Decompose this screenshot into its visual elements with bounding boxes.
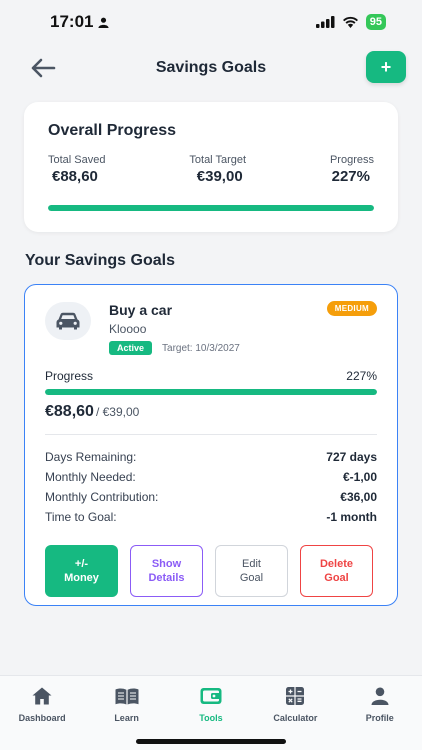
detail-label: Time to Goal: bbox=[45, 510, 117, 524]
detail-row-monthly-contribution: Monthly Contribution: €36,00 bbox=[45, 487, 377, 507]
detail-value: €-1,00 bbox=[342, 470, 377, 484]
progress-stat: Progress 227% bbox=[330, 154, 374, 185]
section-title: Your Savings Goals bbox=[25, 252, 175, 269]
goal-card[interactable]: Buy a car Kloooo Active Target: 10/3/202… bbox=[24, 284, 398, 606]
detail-label: Days Remaining: bbox=[45, 450, 137, 464]
person-icon bbox=[98, 17, 110, 28]
progress-value: 227% bbox=[331, 168, 370, 185]
nav-label: Tools bbox=[199, 713, 223, 723]
goal-meta: Active Target: 10/3/2027 bbox=[109, 341, 240, 355]
page-title: Savings Goals bbox=[155, 59, 267, 76]
detail-label: Monthly Needed: bbox=[45, 470, 136, 484]
adjust-money-button[interactable]: +/- Money bbox=[45, 545, 118, 597]
total-target-stat: Total Target €39,00 bbox=[189, 154, 246, 185]
detail-row-monthly-needed: Monthly Needed: €-1,00 bbox=[45, 467, 377, 487]
arrow-left-icon bbox=[31, 58, 56, 78]
show-details-button[interactable]: Show Details bbox=[130, 545, 203, 597]
total-target-label: Total Target bbox=[189, 154, 247, 166]
back-button[interactable] bbox=[28, 54, 58, 82]
nav-label: Learn bbox=[114, 713, 139, 723]
car-icon bbox=[56, 312, 80, 330]
signal-icon bbox=[315, 16, 335, 28]
nav-label: Dashboard bbox=[18, 713, 66, 723]
nav-label: Calculator bbox=[273, 713, 318, 723]
person-icon bbox=[371, 687, 389, 705]
detail-row-time-to-goal: Time to Goal: -1 month bbox=[45, 507, 377, 527]
wallet-icon bbox=[200, 688, 222, 704]
home-indicator bbox=[136, 739, 286, 744]
goal-progress-bar bbox=[45, 389, 377, 395]
nav-label: Profile bbox=[365, 713, 394, 723]
goal-header: Buy a car Kloooo Active Target: 10/3/202… bbox=[45, 301, 377, 355]
overall-progress-fill bbox=[48, 205, 374, 211]
status-time: 17:01 bbox=[50, 12, 110, 32]
wifi-icon bbox=[342, 16, 358, 28]
status-icons: 95 bbox=[315, 14, 386, 30]
header: Savings Goals + bbox=[0, 48, 422, 88]
goal-details: Days Remaining: 727 days Monthly Needed:… bbox=[45, 447, 377, 527]
goal-info: Buy a car Kloooo Active Target: 10/3/202… bbox=[109, 301, 240, 355]
goal-progress-row: Progress 227% bbox=[45, 369, 377, 383]
overall-stats: Total Saved €88,60 Total Target €39,00 P… bbox=[48, 154, 374, 185]
nav-item-dashboard[interactable]: Dashboard bbox=[7, 686, 77, 750]
divider bbox=[45, 434, 377, 435]
edit-goal-button[interactable]: Edit Goal bbox=[215, 545, 288, 597]
nav-icon-wrap bbox=[200, 686, 222, 706]
home-icon bbox=[32, 687, 52, 705]
goal-amount: €88,60 / €39,00 bbox=[45, 403, 377, 421]
status-badge: Active bbox=[109, 341, 153, 355]
goal-actions: +/- Money Show Details Edit Goal Delete … bbox=[45, 545, 377, 597]
goal-avatar bbox=[45, 302, 91, 340]
nav-icon-wrap bbox=[286, 686, 305, 706]
overall-progress-bar bbox=[48, 205, 374, 211]
goal-target-date: Target: 10/3/2027 bbox=[162, 342, 240, 354]
nav-icon-wrap bbox=[32, 686, 52, 706]
total-saved-value: €88,60 bbox=[52, 168, 98, 185]
status-bar: 17:01 95 bbox=[0, 0, 422, 44]
priority-badge: MEDIUM bbox=[326, 301, 377, 316]
detail-value: 727 days bbox=[326, 450, 377, 464]
nav-icon-wrap bbox=[115, 686, 139, 706]
detail-value: -1 month bbox=[326, 510, 377, 524]
progress-label: Progress bbox=[329, 154, 374, 166]
goal-saved-amount: €88,60 bbox=[45, 403, 94, 420]
nav-icon-wrap bbox=[371, 686, 389, 706]
overall-progress-title: Overall Progress bbox=[48, 122, 177, 139]
overall-progress-card: Overall Progress Total Saved €88,60 Tota… bbox=[24, 102, 398, 232]
detail-row-days-remaining: Days Remaining: 727 days bbox=[45, 447, 377, 467]
detail-label: Monthly Contribution: bbox=[45, 490, 159, 504]
total-saved-label: Total Saved bbox=[48, 154, 106, 166]
calculator-icon bbox=[286, 687, 305, 705]
status-time-text: 17:01 bbox=[50, 12, 94, 31]
total-saved-stat: Total Saved €88,60 bbox=[48, 154, 105, 185]
goal-target-amount: / €39,00 bbox=[95, 405, 140, 419]
nav-item-profile[interactable]: Profile bbox=[345, 686, 415, 750]
add-goal-button[interactable]: + bbox=[366, 51, 406, 83]
total-target-value: €39,00 bbox=[196, 168, 243, 185]
goal-name: Buy a car bbox=[109, 302, 173, 318]
goal-progress-label: Progress bbox=[45, 369, 94, 383]
battery-indicator: 95 bbox=[365, 14, 386, 30]
goal-progress-fill bbox=[45, 389, 377, 395]
book-icon bbox=[115, 688, 139, 704]
goal-progress-value: 227% bbox=[346, 369, 377, 383]
detail-value: €36,00 bbox=[340, 490, 377, 504]
goal-description: Kloooo bbox=[109, 322, 147, 336]
delete-goal-button[interactable]: Delete Goal bbox=[300, 545, 373, 597]
